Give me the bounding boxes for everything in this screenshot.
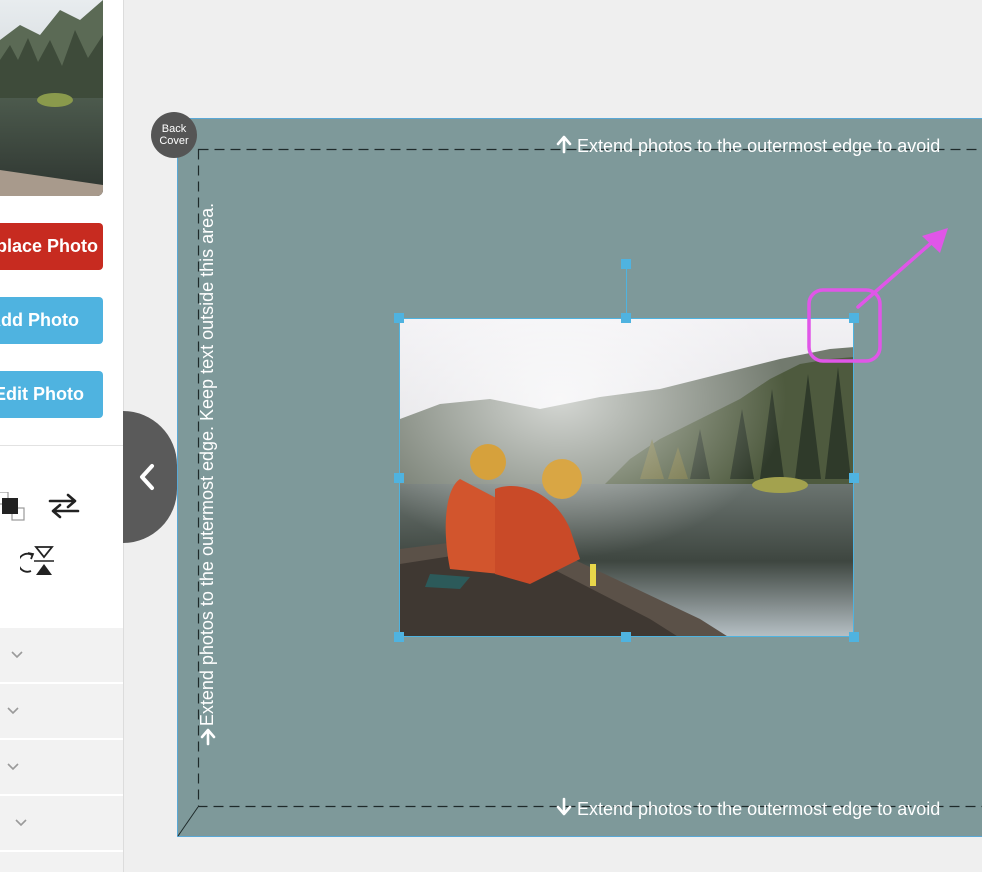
sidebar: Replace Photo Add Photo Edit Photo	[0, 0, 124, 872]
arrow-up-icon	[555, 134, 573, 159]
resize-handle-bottom-right[interactable]	[849, 632, 859, 642]
arrow-down-icon	[555, 797, 573, 822]
bottom-notice-text: Extend photos to the outermost edge to a…	[577, 799, 941, 819]
badge-line-1: Back	[161, 123, 187, 135]
selected-photo[interactable]	[399, 318, 854, 637]
photo-thumbnail[interactable]	[0, 0, 103, 196]
accordion-row[interactable]	[0, 626, 123, 682]
edit-photo-button[interactable]: Edit Photo	[0, 371, 103, 418]
resize-handle-left[interactable]	[394, 473, 404, 483]
collapse-sidebar-button[interactable]	[123, 411, 177, 543]
chevron-left-icon	[137, 463, 157, 496]
bottom-bleed-notice: Extend photos to the outermost edge to a…	[555, 797, 940, 822]
accordion-row[interactable]	[0, 738, 123, 794]
replace-photo-button[interactable]: Replace Photo	[0, 223, 103, 270]
edit-photo-label: Edit Photo	[0, 384, 84, 404]
flip-rotate-icon[interactable]	[17, 545, 54, 584]
resize-handle-top[interactable]	[621, 313, 631, 323]
rotate-handle[interactable]	[621, 259, 631, 269]
lake-photo	[400, 319, 853, 636]
resize-handle-bottom[interactable]	[621, 632, 631, 642]
add-photo-label: Add Photo	[0, 310, 79, 330]
chevron-down-icon	[6, 759, 20, 777]
accordion-row[interactable]	[0, 850, 123, 872]
top-notice-text: Extend photos to the outermost edge to a…	[577, 136, 941, 156]
arrow-left-icon	[199, 726, 217, 754]
top-bleed-notice: Extend photos to the outermost edge to a…	[555, 134, 940, 159]
accordion-row[interactable]	[0, 682, 123, 738]
chevron-down-icon	[14, 815, 28, 833]
bring-forward-icon[interactable]	[0, 491, 26, 527]
accordion-row[interactable]	[0, 794, 123, 850]
badge-line-2: Cover	[159, 135, 189, 147]
chevron-down-icon	[6, 703, 20, 721]
swap-icon[interactable]	[48, 493, 80, 524]
left-bleed-notice: Extend photos to the outermost edge. Kee…	[193, 193, 253, 759]
replace-photo-label: Replace Photo	[0, 236, 99, 256]
resize-handle-top-right[interactable]	[849, 313, 859, 323]
resize-handle-bottom-left[interactable]	[394, 632, 404, 642]
add-photo-button[interactable]: Add Photo	[0, 297, 103, 344]
side-notice-text: Extend photos to the outermost edge. Kee…	[197, 202, 217, 727]
resize-handle-top-left[interactable]	[394, 313, 404, 323]
resize-handle-right[interactable]	[849, 473, 859, 483]
divider	[0, 445, 123, 446]
back-cover-badge: Back Cover	[151, 112, 197, 158]
thumbnail-image	[0, 0, 103, 196]
chevron-down-icon	[10, 647, 24, 665]
